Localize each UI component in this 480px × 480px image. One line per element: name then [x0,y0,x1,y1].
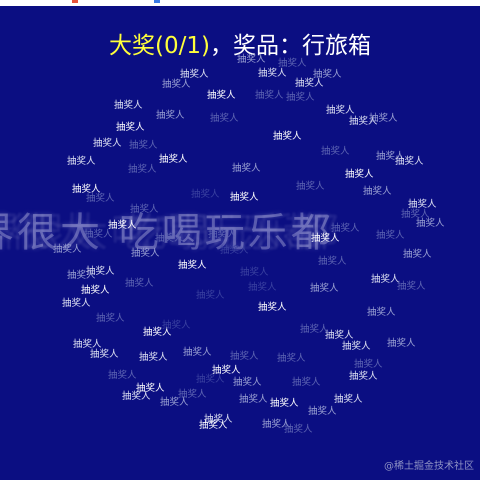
candidate-name[interactable]: 抽奖人 [139,352,168,364]
candidate-name[interactable]: 抽奖人 [84,229,113,241]
candidate-name[interactable]: 抽奖人 [210,113,239,125]
candidate-name[interactable]: 抽奖人 [162,320,191,332]
candidate-name[interactable]: 抽奖人 [308,406,337,418]
candidate-name[interactable]: 抽奖人 [331,223,360,235]
candidate-name[interactable]: 抽奖人 [310,283,339,295]
candidate-name[interactable]: 抽奖人 [349,371,378,383]
candidate-name[interactable]: 抽奖人 [232,163,261,175]
candidate-name[interactable]: 抽奖人 [321,146,350,158]
candidate-name[interactable]: 抽奖人 [286,92,315,104]
candidate-name[interactable]: 抽奖人 [191,189,220,201]
candidate-name[interactable]: 抽奖人 [376,230,405,242]
candidate-name[interactable]: 抽奖人 [354,359,383,371]
candidate-name[interactable]: 抽奖人 [128,164,157,176]
candidate-name[interactable]: 抽奖人 [122,391,151,403]
watermark: @稀土掘金技术社区 [384,461,474,472]
candidate-name[interactable]: 抽奖人 [125,278,154,290]
candidate-name[interactable]: 抽奖人 [199,420,228,432]
candidate-name[interactable]: 抽奖人 [207,90,236,102]
candidate-name[interactable]: 抽奖人 [86,193,115,205]
candidate-name[interactable]: 抽奖人 [278,58,307,70]
candidate-name[interactable]: 抽奖人 [156,110,185,122]
candidate-name[interactable]: 抽奖人 [273,131,302,143]
candidate-name[interactable]: 抽奖人 [270,398,299,410]
candidate-name[interactable]: 抽奖人 [130,204,159,216]
candidate-name[interactable]: 抽奖人 [296,181,325,193]
candidate-name[interactable]: 抽奖人 [403,249,432,261]
candidate-name[interactable]: 抽奖人 [129,140,158,152]
candidate-name[interactable]: 抽奖人 [178,260,207,272]
candidate-name[interactable]: 抽奖人 [67,270,96,282]
candidate-name[interactable]: 抽奖人 [284,424,313,436]
candidate-name[interactable]: 抽奖人 [292,377,321,389]
candidate-name[interactable]: 抽奖人 [116,122,145,134]
candidate-name[interactable]: 抽奖人 [395,156,424,168]
candidate-name[interactable]: 抽奖人 [53,244,82,256]
candidate-name[interactable]: 抽奖人 [240,267,269,279]
candidate-name[interactable]: 抽奖人 [239,394,268,406]
candidate-name[interactable]: 抽奖人 [220,245,249,257]
candidate-name[interactable]: 抽奖人 [155,233,184,245]
candidate-name[interactable]: 抽奖人 [162,79,191,91]
candidate-name[interactable]: 抽奖人 [62,298,91,310]
candidate-name[interactable]: 抽奖人 [318,256,347,268]
candidate-name[interactable]: 抽奖人 [67,156,96,168]
candidate-name[interactable]: 抽奖人 [90,349,119,361]
candidate-name[interactable]: 抽奖人 [248,282,277,294]
candidate-name[interactable]: 抽奖人 [387,338,416,350]
top-mark-blue [154,0,160,3]
candidate-name[interactable]: 抽奖人 [363,186,392,198]
candidate-name[interactable]: 抽奖人 [237,54,266,66]
lottery-stage: 大奖(0/1)，奖品：行旅箱 界很大 吃喝玩乐都 抽奖人 抽奖人 抽奖人 抽奖人 抽奖人… [0,6,480,480]
candidate-name[interactable]: 抽奖人 [108,370,137,382]
candidate-name[interactable]: 抽奖人 [114,100,143,112]
candidate-name[interactable]: 抽奖人 [159,154,188,166]
candidate-sphere: 抽奖人 抽奖人 抽奖人 抽奖人 抽奖人 抽奖人 抽奖人 抽奖人 抽奖人 抽奖人 抽奖人 抽奖人 抽奖人抽… [0,6,480,480]
candidate-name[interactable]: 抽奖人 [96,313,125,325]
candidate-name[interactable]: 抽奖人 [397,281,426,293]
candidate-name[interactable]: 抽奖人 [208,229,237,241]
candidate-name[interactable]: 抽奖人 [371,274,400,286]
candidate-name[interactable]: 抽奖人 [369,113,398,125]
candidate-name[interactable]: 抽奖人 [255,90,284,102]
top-mark-red [72,0,78,3]
candidate-name[interactable]: 抽奖人 [258,302,287,314]
candidate-name[interactable]: 抽奖人 [230,192,259,204]
candidate-name[interactable]: 抽奖人 [277,353,306,365]
candidate-name[interactable]: 抽奖人 [81,285,110,297]
candidate-name[interactable]: 抽奖人 [230,351,259,363]
candidate-name[interactable]: 抽奖人 [131,248,160,260]
candidate-name[interactable]: 抽奖人 [300,324,329,336]
candidate-name[interactable]: 抽奖人 [367,307,396,319]
candidate-name[interactable]: 抽奖人 [183,347,212,359]
candidate-name[interactable]: 抽奖人 [233,377,262,389]
candidate-name[interactable]: 抽奖人 [196,290,225,302]
candidate-name[interactable]: 抽奖人 [93,138,122,150]
candidate-name[interactable]: 抽奖人 [160,397,189,409]
candidate-name[interactable]: 抽奖人 [416,218,445,230]
candidate-name[interactable]: 抽奖人 [313,69,342,81]
candidate-name[interactable]: 抽奖人 [342,341,371,353]
candidate-name[interactable]: 抽奖人 [334,394,363,406]
candidate-name[interactable]: 抽奖人 [196,374,225,386]
candidate-name[interactable]: 抽奖人 [345,169,374,181]
